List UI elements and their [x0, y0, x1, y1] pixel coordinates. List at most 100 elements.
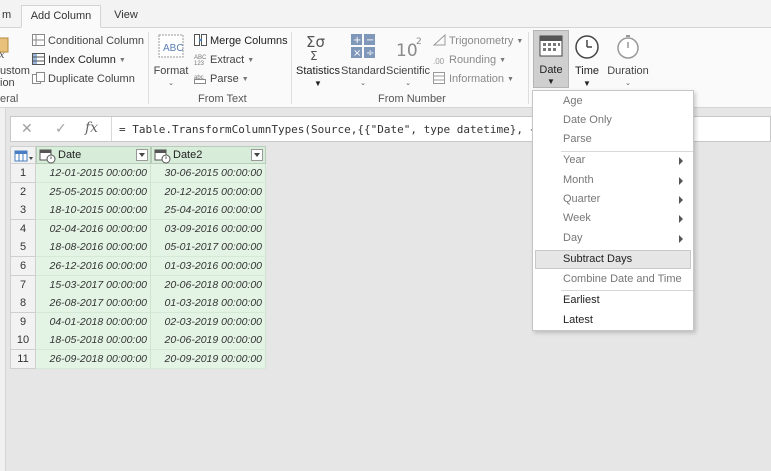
- row-number[interactable]: 8: [10, 294, 36, 314]
- table-cell-date[interactable]: 18-10-2015 00:00:00: [36, 201, 151, 221]
- svg-text:÷: ÷: [366, 48, 374, 59]
- svg-text:x: x: [0, 50, 5, 60]
- table-cell-date[interactable]: 12-01-2015 00:00:00: [36, 164, 151, 183]
- duplicate-column-button[interactable]: Duplicate Column: [32, 72, 135, 85]
- statistics-button[interactable]: Σσ Σ Statistics ▼: [296, 32, 340, 88]
- table-cell-date[interactable]: 18-08-2016 00:00:00: [36, 238, 151, 258]
- table-cell-date[interactable]: 26-08-2017 00:00:00: [36, 294, 151, 314]
- information-button[interactable]: Information ▼: [433, 72, 514, 85]
- chevron-right-icon: [679, 235, 683, 243]
- date-button[interactable]: Date ▼: [533, 30, 569, 88]
- row-number[interactable]: 4: [10, 219, 36, 239]
- menu-item-week[interactable]: Week: [535, 209, 691, 228]
- table-cell-date[interactable]: 02-04-2016 00:00:00: [36, 219, 151, 239]
- menu-item-day[interactable]: Day: [535, 229, 691, 248]
- information-label: Information: [449, 73, 505, 85]
- parse-button[interactable]: abc Parse ▼: [194, 72, 249, 85]
- menu-item-month[interactable]: Month: [535, 171, 691, 190]
- merge-columns-button[interactable]: Merge Columns: [194, 34, 288, 47]
- custom-column-label[interactable]: ustom: [0, 65, 30, 77]
- column-filter-button[interactable]: [136, 149, 148, 161]
- chevron-down-icon: ⌄: [360, 80, 366, 87]
- column-header-date[interactable]: Date: [36, 146, 151, 164]
- scientific-icon: 102: [396, 37, 422, 61]
- table-cell-date2[interactable]: 20-06-2018 00:00:00: [151, 275, 266, 295]
- table-cell-date2[interactable]: 20-09-2019 00:00:00: [151, 350, 266, 369]
- row-number[interactable]: 7: [10, 275, 36, 295]
- menu-item-parse[interactable]: Parse: [535, 130, 691, 149]
- table-cell-date2[interactable]: 20-12-2015 00:00:00: [151, 182, 266, 202]
- table-cell-date2[interactable]: 05-01-2017 00:00:00: [151, 238, 266, 258]
- rounding-button[interactable]: .00 Rounding ▼: [433, 53, 506, 66]
- custom-column-icon: x: [0, 36, 10, 63]
- table-cell-date2[interactable]: 20-06-2019 00:00:00: [151, 331, 266, 351]
- row-number[interactable]: 11: [10, 350, 36, 369]
- row-number[interactable]: 1: [10, 164, 36, 183]
- menu-item-combine-date-time[interactable]: Combine Date and Time: [535, 270, 691, 289]
- time-button[interactable]: Time ▼: [570, 32, 604, 88]
- menu-item-earliest[interactable]: Earliest: [535, 291, 691, 310]
- column-header-date2[interactable]: Date2: [151, 146, 266, 164]
- standard-button[interactable]: + − × ÷ Standard ⌄: [341, 32, 386, 87]
- index-column-button[interactable]: Index Column ▼: [32, 53, 126, 66]
- svg-text:ABC: ABC: [163, 43, 184, 54]
- table-cell-date2[interactable]: 01-03-2018 00:00:00: [151, 294, 266, 314]
- time-label: Time: [574, 65, 600, 77]
- format-button[interactable]: ABC Format ⌄: [152, 32, 190, 87]
- trigonometry-button[interactable]: Trigonometry ▼: [433, 34, 523, 47]
- merge-columns-label: Merge Columns: [210, 35, 288, 47]
- chevron-right-icon: [679, 177, 683, 185]
- table-cell-date[interactable]: 18-05-2018 00:00:00: [36, 331, 151, 351]
- row-number[interactable]: 2: [10, 182, 36, 202]
- table-cell-date[interactable]: 26-09-2018 00:00:00: [36, 350, 151, 369]
- row-number[interactable]: 6: [10, 257, 36, 276]
- menu-item-latest[interactable]: Latest: [535, 311, 691, 330]
- parse-icon: abc: [194, 75, 206, 84]
- svg-text:.00: .00: [433, 57, 445, 65]
- conditional-column-button[interactable]: Conditional Column: [32, 34, 144, 47]
- confirm-formula-button[interactable]: ✓: [55, 120, 67, 137]
- table-cell-date[interactable]: 15-03-2017 00:00:00: [36, 275, 151, 295]
- table-cell-date2[interactable]: 03-09-2016 00:00:00: [151, 219, 266, 239]
- row-number[interactable]: 3: [10, 201, 36, 221]
- menu-item-year[interactable]: Year: [535, 151, 691, 170]
- format-label: Format: [153, 65, 189, 77]
- table-cell-date2[interactable]: 01-03-2016 00:00:00: [151, 257, 266, 276]
- chevron-down-icon: ▼: [247, 57, 255, 64]
- datetime-type-icon[interactable]: [39, 148, 57, 164]
- cancel-formula-button[interactable]: ✕: [21, 120, 33, 137]
- column-filter-button[interactable]: [251, 149, 263, 161]
- table-cell-date2[interactable]: 25-04-2016 00:00:00: [151, 201, 266, 221]
- table-cell-date[interactable]: 04-01-2018 00:00:00: [36, 312, 151, 332]
- parse-label: Parse: [210, 73, 239, 85]
- table-cell-date[interactable]: 26-12-2016 00:00:00: [36, 257, 151, 276]
- svg-text:+: +: [353, 35, 361, 46]
- row-number[interactable]: 5: [10, 238, 36, 258]
- formula-text[interactable]: = Table.TransformColumnTypes(Source,{{"D…: [119, 123, 589, 136]
- menu-item-age[interactable]: Age: [535, 92, 691, 111]
- fx-icon[interactable]: fx: [85, 120, 98, 136]
- tab-view[interactable]: View: [104, 5, 148, 28]
- scientific-button[interactable]: 10 2 Scientific ⌄: [386, 32, 430, 87]
- chevron-down-icon: ▼: [547, 77, 555, 86]
- rounding-icon: .00: [433, 57, 445, 65]
- datetime-type-icon[interactable]: [154, 148, 172, 164]
- column-header-label: Date: [58, 149, 82, 161]
- trigonometry-label: Trigonometry: [449, 35, 514, 47]
- tab-transform[interactable]: m: [0, 5, 22, 28]
- row-number[interactable]: 10: [10, 331, 36, 351]
- menu-item-date-only[interactable]: Date Only: [535, 111, 691, 130]
- menu-item-subtract-days[interactable]: Subtract Days: [535, 250, 691, 269]
- table-cell-date2[interactable]: 30-06-2015 00:00:00: [151, 164, 266, 183]
- tab-add-column[interactable]: Add Column: [21, 5, 101, 28]
- table-cell-date[interactable]: 25-05-2015 00:00:00: [36, 182, 151, 202]
- extract-button[interactable]: ABC 123 Extract ▼: [194, 53, 254, 66]
- duration-button[interactable]: Duration ⌄: [606, 32, 650, 87]
- chevron-right-icon: [679, 215, 683, 223]
- menu-item-quarter[interactable]: Quarter: [535, 190, 691, 209]
- menu-item-day-label: Day: [563, 232, 583, 244]
- table-menu-button[interactable]: [10, 146, 36, 164]
- table-cell-date2[interactable]: 02-03-2019 00:00:00: [151, 312, 266, 332]
- row-number[interactable]: 9: [10, 312, 36, 332]
- group-separator: [291, 32, 292, 104]
